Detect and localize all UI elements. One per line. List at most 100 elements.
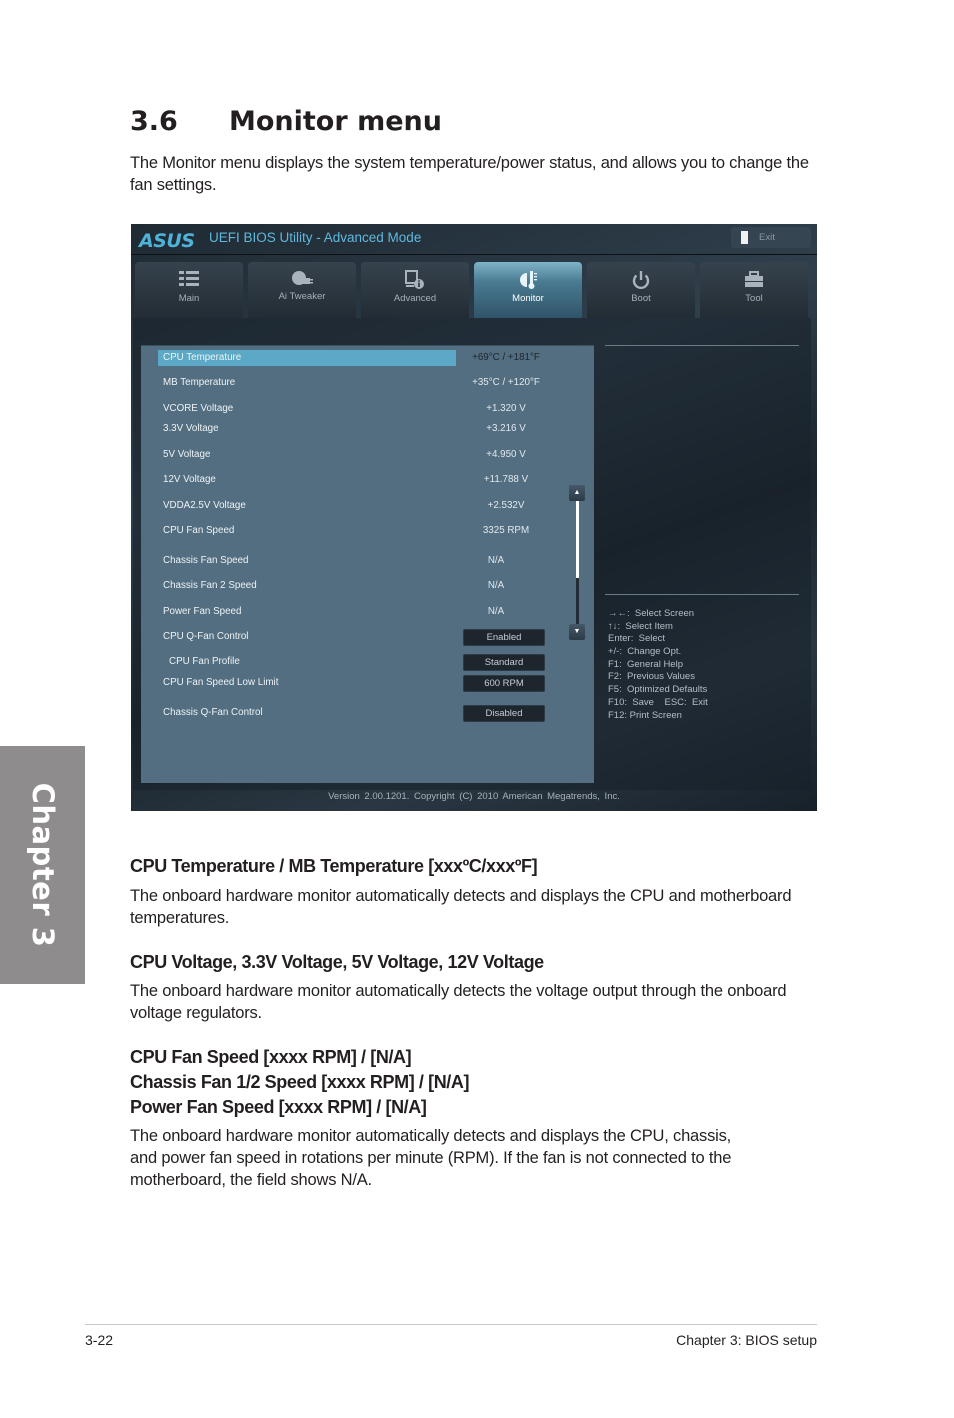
item-body-line: and power fan speed in rotations per min… (130, 1149, 732, 1167)
row-label: MB Temperature (163, 377, 236, 388)
item-heading: Power Fan Speed [xxxx RPM] / [N/A] (130, 1097, 427, 1117)
row-value: +11.788 V (483, 474, 529, 485)
item-heading: CPU Voltage, 3.3V Voltage, 5V Voltage, 1… (130, 952, 544, 972)
section-intro: The Monitor menu displays the system tem… (130, 154, 809, 194)
tab-label: Tool (745, 293, 763, 304)
item-heading: CPU Fan Speed [xxxx RPM] / [N/A] (130, 1047, 412, 1067)
item-body: The onboard hardware monitor automatical… (130, 982, 787, 1022)
row-label: 3.3V Voltage (163, 423, 219, 434)
tab-tool[interactable]: Tool (700, 262, 808, 318)
row-label: Chassis Q-Fan Control (163, 707, 263, 718)
triangle-down-icon: ▼ (573, 628, 581, 635)
tab-boot[interactable]: Boot (587, 262, 695, 318)
help-item: F5: Optimized Defaults (608, 684, 708, 696)
help-item: +/-: Change Opt. (608, 646, 682, 658)
chapter-tab: Chapter 3 (0, 746, 85, 984)
row-cpu-fan-speed-low-limit[interactable]: CPU Fan Speed Low Limit 600 RPM (141, 675, 594, 692)
tab-label: Monitor (512, 293, 544, 304)
tab-label: Main (178, 293, 200, 304)
tab-main[interactable]: Main (135, 262, 243, 318)
thermometer-icon (474, 270, 582, 290)
scroll-down-button[interactable]: ▼ (569, 624, 585, 640)
row-label: Power Fan Speed (163, 606, 242, 617)
scrollbar-thumb[interactable] (576, 501, 579, 578)
row-label: 5V Voltage (163, 449, 211, 460)
chapter-tab-label: Chapter 3 (25, 782, 60, 948)
tab-advanced[interactable]: Advanced (361, 262, 469, 318)
tab-label: Ai Tweaker (278, 291, 326, 302)
triangle-up-icon: ▲ (573, 489, 581, 496)
list-icon (135, 270, 243, 290)
row-label: Chassis Fan Speed (163, 555, 249, 566)
bios-screenshot: ASUS UEFI BIOS Utility - Advanced Mode E… (131, 224, 817, 811)
help-divider-bottom (605, 594, 799, 595)
monitor-item-list: CPU Temperature +69°C / +181°F MB Temper… (141, 345, 594, 783)
help-item: →←: Select Screen (608, 608, 695, 619)
help-item: F2: Previous Values (608, 671, 695, 683)
item-body: The onboard hardware monitor automatical… (130, 887, 792, 927)
row-12v-voltage[interactable]: 12V Voltage +11.788 V (141, 472, 594, 488)
row-3v3-voltage[interactable]: 3.3V Voltage +3.216 V (141, 421, 594, 437)
tab-ai-tweaker[interactable]: Ai Tweaker (248, 262, 356, 318)
power-icon (587, 270, 695, 290)
section-name: Monitor menu (229, 106, 442, 137)
bios-tabs: Main Ai Tweaker Advanced Monitor Boot To… (135, 262, 815, 318)
row-chassis-fan-speed[interactable]: Chassis Fan Speed N/A (141, 553, 594, 569)
row-value: +2.532V (487, 500, 525, 511)
bios-title: UEFI BIOS Utility - Advanced Mode (209, 230, 422, 245)
key-help-list: →←: Select Screen ↑↓: Select Item Enter:… (608, 608, 708, 722)
row-value: +4.950 V (486, 449, 526, 460)
row-cpu-fan-speed[interactable]: CPU Fan Speed 3325 RPM (141, 523, 594, 539)
row-value: +3.216 V (486, 423, 526, 434)
row-vcore-voltage[interactable]: VCORE Voltage +1.320 V (141, 401, 594, 417)
exit-door-icon (741, 231, 748, 244)
help-item: F10: Save ESC: Exit (608, 696, 708, 708)
page-number: 3-22 (85, 1332, 114, 1348)
row-vdda-voltage[interactable]: VDDA2.5V Voltage +2.532V (141, 498, 594, 514)
cpu-fan-profile-select[interactable]: Standard (463, 654, 545, 671)
item-body-line: The onboard hardware monitor automatical… (130, 1127, 732, 1145)
row-label: CPU Fan Speed (163, 525, 235, 536)
footer-divider (85, 1324, 817, 1325)
row-label: VCORE Voltage (163, 403, 234, 414)
row-label: Chassis Fan 2 Speed (163, 580, 257, 591)
cpu-fan-low-limit-select[interactable]: 600 RPM (463, 675, 545, 692)
row-value: N/A (487, 606, 505, 617)
row-mb-temperature[interactable]: MB Temperature +35°C / +120°F (141, 375, 594, 391)
row-cpu-qfan-control[interactable]: CPU Q-Fan Control Enabled (141, 629, 594, 646)
exit-label: Exit (759, 232, 775, 243)
row-label: 12V Voltage (163, 474, 216, 485)
exit-button[interactable]: Exit (731, 227, 811, 248)
scroll-up-button[interactable]: ▲ (569, 485, 585, 501)
tab-monitor[interactable]: Monitor (474, 262, 582, 318)
row-value: N/A (487, 580, 505, 591)
row-cpu-temperature[interactable]: CPU Temperature +69°C / +181°F (141, 350, 594, 366)
section-title: 3.6 Monitor menu (130, 106, 442, 137)
row-label: CPU Temperature (163, 352, 242, 363)
help-item: ↑↓: Select Item (608, 620, 673, 632)
row-label: VDDA2.5V Voltage (163, 500, 246, 511)
row-chassis-qfan-control[interactable]: Chassis Q-Fan Control Disabled (141, 705, 594, 722)
tweaker-icon (248, 270, 356, 290)
advanced-info-icon (361, 270, 469, 290)
help-divider-top (605, 345, 799, 346)
tab-label: Advanced (393, 293, 437, 304)
toolbox-icon (700, 270, 808, 290)
row-chassis-fan-2-speed[interactable]: Chassis Fan 2 Speed N/A (141, 578, 594, 594)
row-power-fan-speed[interactable]: Power Fan Speed N/A (141, 604, 594, 620)
tab-label: Boot (631, 293, 651, 304)
row-5v-voltage[interactable]: 5V Voltage +4.950 V (141, 447, 594, 463)
row-value: 3325 RPM (482, 525, 530, 536)
item-body-line: motherboard, the field shows N/A. (130, 1171, 372, 1189)
row-cpu-fan-profile[interactable]: CPU Fan Profile Standard (141, 654, 594, 671)
row-value: +69°C / +181°F (472, 352, 540, 363)
help-item: F12: Print Screen (608, 709, 682, 721)
version-info: Version 2.00.1201. Copyright (C) 2010 Am… (328, 791, 620, 802)
help-item: Enter: Select (608, 633, 666, 645)
chassis-qfan-control-select[interactable]: Disabled (463, 705, 545, 722)
row-value: N/A (487, 555, 505, 566)
section-number: 3.6 (130, 106, 178, 137)
help-item: F1: General Help (608, 658, 683, 670)
cpu-qfan-control-select[interactable]: Enabled (463, 629, 545, 646)
row-value: +35°C / +120°F (472, 377, 540, 388)
